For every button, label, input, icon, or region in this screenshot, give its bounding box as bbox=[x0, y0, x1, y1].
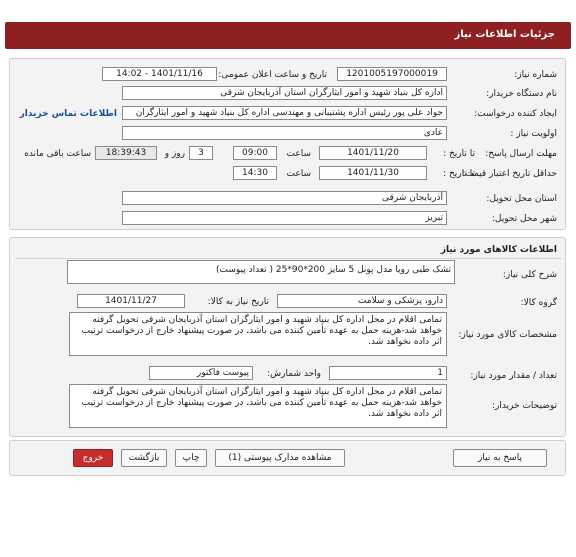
summary-label: شرح کلی نیاز: bbox=[502, 270, 557, 280]
need-date-field: 1401/11/27 bbox=[77, 294, 185, 308]
reply-to-need-button[interactable]: پاسخ به نیاز bbox=[453, 449, 547, 467]
delivery-city-field: تبریز bbox=[122, 211, 447, 225]
goods-group-field: دارو، پزشکی و سلامت bbox=[277, 294, 447, 308]
section-divider bbox=[15, 258, 562, 259]
validity-to-date-label: تا تاریخ : bbox=[443, 169, 475, 179]
unit-label: واحد شمارش: bbox=[267, 369, 321, 379]
need-number-label: شماره نیاز: bbox=[514, 70, 557, 80]
title-bar: جزئیات اطلاعات نیاز bbox=[5, 22, 571, 49]
remaining-label: ساعت باقی مانده bbox=[24, 149, 91, 159]
reply-date-field: 1401/11/20 bbox=[319, 146, 427, 160]
actions-panel: پاسخ به نیاز مشاهده مدارک پیوستی (1) چاپ… bbox=[9, 440, 566, 476]
requester-field: جواد علی پور رئیس اداره پشتیبانی و مهندس… bbox=[122, 106, 447, 120]
need-date-label: تاریخ نیاز به کالا: bbox=[207, 297, 269, 307]
goods-section-title: اطلاعات کالاهای مورد نیاز bbox=[440, 245, 557, 255]
view-attachments-button[interactable]: مشاهده مدارک پیوستی (1) bbox=[215, 449, 345, 467]
reply-to-date-label: تا تاریخ : bbox=[443, 149, 475, 159]
delivery-province-field: آذربایجان شرقی bbox=[122, 191, 447, 205]
goods-info-panel: اطلاعات کالاهای مورد نیاز شرح کلی نیاز: … bbox=[9, 237, 566, 437]
exit-button[interactable]: خروج bbox=[73, 449, 113, 467]
requester-label: ایجاد کننده درخواست: bbox=[474, 109, 557, 119]
summary-field: تشک طبی رویا مدل پونل 5 سایز 200*90*25 (… bbox=[67, 260, 455, 284]
buyer-org-field: اداره کل بنیاد شهید و امور ایثارگران است… bbox=[122, 86, 447, 100]
page: جزئیات اطلاعات نیاز شماره نیاز: 12010051… bbox=[0, 0, 576, 557]
reply-time-label: ساعت bbox=[286, 149, 312, 159]
days-field: 3 bbox=[189, 146, 213, 160]
buyer-notes-field: تمامی اقلام در محل اداره کل بنیاد شهید و… bbox=[69, 384, 447, 428]
remaining-time-field: 18:39:43 bbox=[95, 146, 157, 160]
page-title: جزئیات اطلاعات نیاز bbox=[454, 29, 555, 40]
quantity-label: تعداد / مقدار مورد نیاز: bbox=[470, 371, 557, 381]
need-info-panel: شماره نیاز: 1201005197000019 تاریخ و ساع… bbox=[9, 58, 566, 230]
days-label: روز و bbox=[164, 149, 185, 159]
unit-field: پیوست فاکتور bbox=[149, 366, 253, 380]
buyer-notes-label: توضیحات خریدار: bbox=[491, 401, 557, 411]
back-button[interactable]: بازگشت bbox=[121, 449, 167, 467]
delivery-province-label: استان محل تحویل: bbox=[486, 194, 557, 204]
validity-time-label: ساعت bbox=[286, 169, 312, 179]
reply-time-field: 09:00 bbox=[233, 146, 277, 160]
print-button[interactable]: چاپ bbox=[175, 449, 207, 467]
announce-label: تاریخ و ساعت اعلان عمومی: bbox=[218, 70, 327, 80]
quantity-field: 1 bbox=[329, 366, 447, 380]
buyer-org-label: نام دستگاه خریدار: bbox=[486, 89, 557, 99]
buyer-contact-link[interactable]: اطلاعات تماس خریدار bbox=[20, 109, 117, 119]
validity-date-field: 1401/11/30 bbox=[319, 166, 427, 180]
spec-field: تمامی اقلام در محل اداره کل بنیاد شهید و… bbox=[69, 312, 447, 356]
goods-group-label: گروه کالا: bbox=[520, 298, 557, 308]
price-validity-label: حداقل تاریخ اعتبار قیمت: bbox=[462, 169, 557, 179]
spec-label: مشخصات کالای مورد نیاز: bbox=[458, 330, 557, 340]
priority-label: اولویت نیاز : bbox=[510, 129, 557, 139]
delivery-city-label: شهر محل تحویل: bbox=[491, 214, 557, 224]
need-number-field: 1201005197000019 bbox=[337, 67, 447, 81]
validity-time-field: 14:30 bbox=[233, 166, 277, 180]
priority-field: عادی bbox=[122, 126, 447, 140]
announce-field: 1401/11/16 - 14:02 bbox=[102, 67, 217, 81]
reply-deadline-label: مهلت ارسال پاسخ: bbox=[485, 149, 557, 159]
